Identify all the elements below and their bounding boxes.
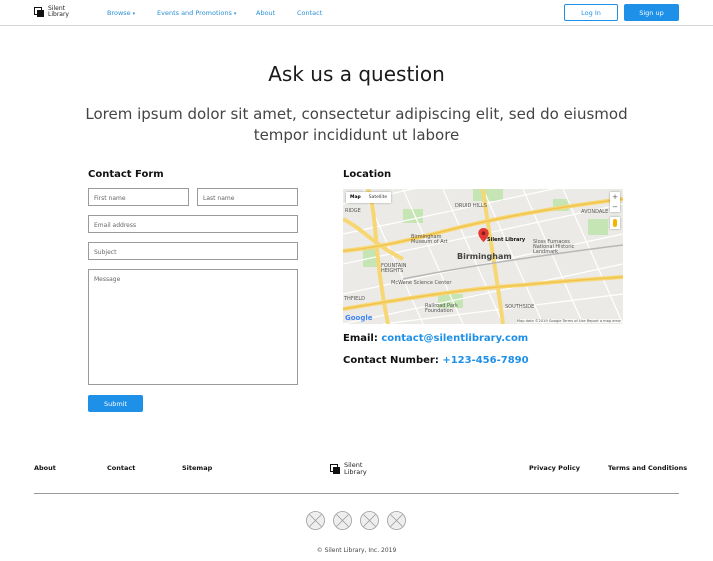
map-type-toggle[interactable]: Map Satellite: [346, 192, 392, 203]
site-logo[interactable]: Silent Library: [34, 6, 69, 18]
phone-label: Contact Number:: [343, 355, 439, 366]
page-title: Ask us a question: [268, 62, 445, 86]
first-name-input[interactable]: First name: [88, 188, 189, 206]
map-label: THFIELD: [344, 296, 365, 302]
map-zoom-control[interactable]: + −: [610, 192, 620, 212]
footer-divider: [34, 493, 679, 494]
nav-about[interactable]: About: [256, 9, 275, 17]
nav-browse[interactable]: Browse ▾: [107, 9, 135, 17]
social-icon-1[interactable]: [306, 511, 325, 530]
footer-logo[interactable]: Silent Library: [330, 462, 367, 476]
footer-link-terms[interactable]: Terms and Conditions: [608, 464, 687, 472]
map-pin-icon[interactable]: [478, 228, 489, 242]
last-name-input[interactable]: Last name: [197, 188, 298, 206]
map-label: DRUID HILLS: [455, 203, 487, 209]
footer-link-contact[interactable]: Contact: [107, 464, 135, 472]
email-label: Email:: [343, 333, 378, 344]
page-subtitle: Lorem ipsum dolor sit amet, consectetur …: [85, 105, 628, 144]
map-label: Sloss Furnaces National Historic Landmar…: [533, 239, 575, 255]
logo-mark-icon: [34, 7, 44, 17]
logo-text: Silent Library: [48, 5, 69, 18]
copyright-text: © Silent Library, Inc. 2019: [316, 547, 397, 554]
nav-events-promotions[interactable]: Events and Promotions ▾: [157, 9, 236, 17]
signup-button[interactable]: Sign up: [624, 4, 679, 21]
zoom-out-button[interactable]: −: [610, 202, 620, 212]
top-nav-bar: Silent Library Browse ▾ Events and Promot…: [0, 0, 713, 26]
map-label: Birmingham Museum of Art: [411, 234, 448, 245]
chevron-down-icon: ▾: [233, 11, 237, 17]
location-map[interactable]: Map Satellite + − DRUID HILLS RIDGE Birm…: [343, 189, 623, 324]
phone-info: Contact Number: +123-456-7890: [343, 355, 529, 366]
chevron-down-icon: ▾: [132, 11, 136, 17]
login-button[interactable]: Log In: [564, 4, 618, 21]
footer-link-about[interactable]: About: [34, 464, 56, 472]
contact-form-heading: Contact Form: [88, 169, 164, 180]
phone-link[interactable]: +123-456-7890: [442, 355, 528, 366]
map-label: Railroad Park Foundation: [425, 303, 458, 314]
logo-mark-icon: [330, 464, 340, 474]
map-city-label: Birmingham: [457, 252, 512, 261]
footer-link-privacy[interactable]: Privacy Policy: [529, 464, 580, 472]
street-view-pegman-icon[interactable]: [610, 217, 620, 229]
map-label: AVONDALE: [581, 209, 609, 215]
map-label: McWane Science Center: [391, 280, 452, 286]
subject-input[interactable]: Subject: [88, 242, 298, 260]
map-label: SOUTHSIDE: [505, 304, 535, 310]
footer-logo-text: Silent Library: [344, 461, 367, 476]
map-label: FOUNTAIN HEIGHTS: [381, 263, 407, 274]
footer-link-sitemap[interactable]: Sitemap: [182, 464, 212, 472]
submit-button[interactable]: Submit: [88, 395, 143, 412]
social-icon-3[interactable]: [360, 511, 379, 530]
social-icon-2[interactable]: [333, 511, 352, 530]
email-link[interactable]: contact@silentlibrary.com: [381, 333, 528, 344]
map-attribution[interactable]: Map data ©2019 Google Terms of Use Repor…: [516, 319, 621, 323]
map-place-label: Silent Library: [487, 237, 526, 243]
nav-contact[interactable]: Contact: [297, 9, 322, 17]
map-view-button[interactable]: Map: [346, 192, 365, 203]
satellite-view-button[interactable]: Satellite: [365, 192, 391, 203]
zoom-in-button[interactable]: +: [610, 192, 620, 202]
location-heading: Location: [343, 169, 392, 180]
social-icon-4[interactable]: [387, 511, 406, 530]
map-label: RIDGE: [345, 208, 361, 214]
email-info: Email: contact@silentlibrary.com: [343, 333, 528, 344]
message-textarea[interactable]: Message: [88, 269, 298, 385]
google-logo: Google: [345, 314, 373, 322]
email-input[interactable]: Email address: [88, 215, 298, 233]
